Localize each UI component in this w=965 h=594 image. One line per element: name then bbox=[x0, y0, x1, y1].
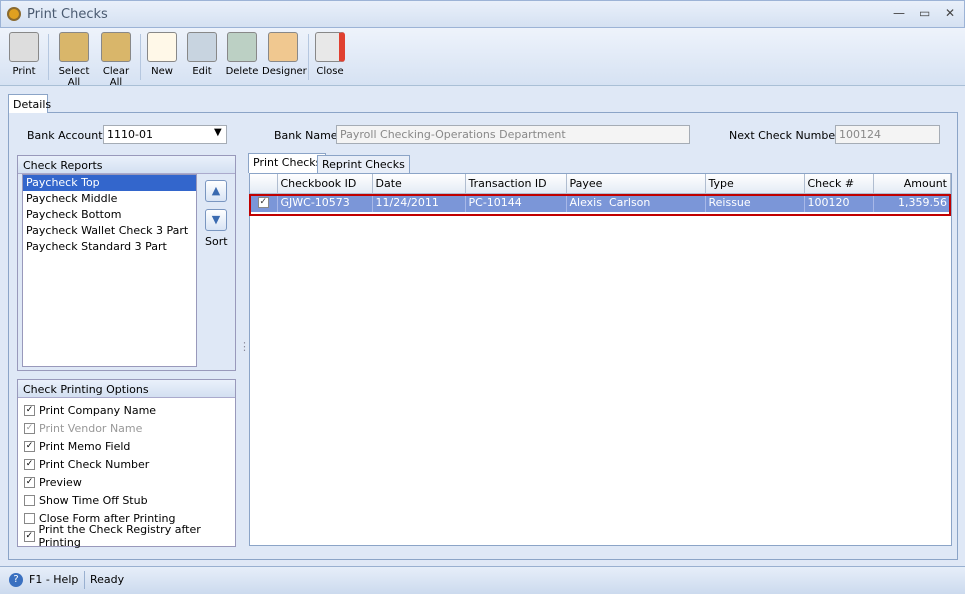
checkbox[interactable]: ✓ bbox=[24, 476, 35, 488]
option-checkbox[interactable]: ✓ Print Vendor Name bbox=[18, 419, 235, 437]
column-header[interactable]: Date bbox=[372, 174, 466, 194]
row-highlight bbox=[249, 194, 951, 216]
chevron-down-icon[interactable]: ▼ bbox=[214, 127, 222, 138]
designer-label: Designer bbox=[262, 66, 307, 77]
help-text[interactable]: F1 - Help bbox=[29, 573, 78, 586]
trash-icon bbox=[227, 32, 257, 62]
checkbox[interactable]: ✓ bbox=[24, 530, 35, 542]
checkbox[interactable]: ✓ bbox=[24, 404, 35, 416]
check-reports-title: Check Reports bbox=[18, 156, 235, 174]
move-down-button[interactable]: ▼ bbox=[205, 209, 227, 231]
checkbox[interactable]: ✓ bbox=[24, 422, 35, 434]
checkbox[interactable]: ✓ bbox=[24, 458, 35, 470]
select-all-label: Select All bbox=[58, 66, 90, 88]
option-label: Print Memo Field bbox=[39, 439, 131, 453]
delete-button[interactable]: Delete bbox=[224, 32, 260, 77]
option-checkbox[interactable]: ✓ Print Check Number bbox=[18, 455, 235, 473]
next-check-field[interactable] bbox=[835, 125, 940, 144]
close-window-button[interactable]: ✕ bbox=[945, 6, 955, 20]
clipboard-eraser-icon bbox=[101, 32, 131, 62]
new-button[interactable]: New bbox=[144, 32, 180, 77]
checks-grid: Checkbook ID Date Transaction ID Payee T… bbox=[249, 173, 952, 546]
close-label: Close bbox=[316, 66, 344, 77]
grid-header: Checkbook ID Date Transaction ID Payee T… bbox=[250, 174, 951, 194]
checkbox[interactable]: ✓ bbox=[24, 440, 35, 452]
column-header[interactable]: Amount bbox=[873, 174, 951, 194]
help-icon: ? bbox=[9, 573, 23, 587]
app-icon bbox=[7, 7, 21, 21]
maximize-button[interactable]: ▭ bbox=[919, 6, 930, 20]
status-text: Ready bbox=[90, 573, 125, 586]
wrench-icon bbox=[187, 32, 217, 62]
tab-details[interactable]: Details bbox=[8, 94, 51, 113]
option-label: Print the Check Registry after Printing bbox=[38, 523, 201, 549]
new-label: New bbox=[151, 66, 173, 77]
option-checkbox[interactable]: ✓ Print Company Name bbox=[18, 401, 235, 419]
clipboard-check-icon bbox=[59, 32, 89, 62]
column-header[interactable]: Payee bbox=[566, 174, 706, 194]
bank-account-label: Bank Account bbox=[27, 129, 103, 142]
list-item[interactable]: Paycheck Top bbox=[23, 175, 196, 191]
bank-account-select[interactable] bbox=[103, 125, 227, 144]
delete-label: Delete bbox=[225, 66, 259, 77]
title-bar: Print Checks — ▭ ✕ bbox=[0, 0, 965, 28]
column-header[interactable]: Transaction ID bbox=[465, 174, 567, 194]
check-printing-options-group: Check Printing Options ✓ Print Company Na… bbox=[17, 379, 236, 549]
option-label: Show Time Off Stub bbox=[39, 493, 148, 507]
designer-button[interactable]: Designer bbox=[262, 32, 307, 77]
option-checkbox[interactable]: ✓ Print the Check Registry after Printing bbox=[18, 523, 235, 549]
column-header[interactable]: Checkbook ID bbox=[277, 174, 373, 194]
list-item[interactable]: Paycheck Middle bbox=[23, 191, 196, 207]
list-item[interactable]: Paycheck Wallet Check 3 Part bbox=[23, 223, 196, 239]
designer-icon bbox=[268, 32, 298, 62]
checkbox[interactable] bbox=[24, 494, 35, 506]
window-title: Print Checks bbox=[27, 7, 108, 22]
check-reports-list[interactable]: Paycheck Top Paycheck Middle Paycheck Bo… bbox=[22, 174, 197, 367]
close-form-icon bbox=[315, 32, 345, 62]
option-checkbox[interactable]: Show Time Off Stub bbox=[18, 491, 235, 509]
close-button[interactable]: Close bbox=[312, 32, 348, 77]
print-label: Print bbox=[12, 66, 36, 77]
print-button[interactable]: Print bbox=[4, 32, 44, 77]
options-title: Check Printing Options bbox=[18, 380, 235, 398]
toolbar: Print Select All Clear All New Edit Dele… bbox=[0, 28, 965, 88]
bank-name-field[interactable] bbox=[336, 125, 690, 144]
option-label: Print Check Number bbox=[39, 457, 150, 471]
select-column-header[interactable] bbox=[250, 174, 278, 194]
new-document-icon bbox=[147, 32, 177, 62]
next-check-label: Next Check Number bbox=[729, 129, 840, 142]
edit-button[interactable]: Edit bbox=[184, 32, 220, 77]
column-header[interactable]: Type bbox=[705, 174, 805, 194]
list-item[interactable]: Paycheck Bottom bbox=[23, 207, 196, 223]
status-bar: ? F1 - Help Ready bbox=[0, 566, 965, 594]
tab-reprint-checks[interactable]: Reprint Checks bbox=[317, 155, 410, 173]
clear-all-label: Clear All bbox=[102, 66, 130, 88]
option-label: Preview bbox=[39, 475, 82, 489]
printer-icon bbox=[9, 32, 39, 62]
option-label: Print Vendor Name bbox=[39, 421, 143, 435]
checkbox[interactable] bbox=[24, 512, 35, 524]
column-header[interactable]: Check # bbox=[804, 174, 874, 194]
list-item[interactable]: Paycheck Standard 3 Part bbox=[23, 239, 196, 255]
minimize-button[interactable]: — bbox=[893, 6, 905, 20]
edit-label: Edit bbox=[192, 66, 212, 77]
clear-all-button[interactable]: Clear All bbox=[96, 32, 136, 88]
option-label: Print Company Name bbox=[39, 403, 157, 417]
bank-name-label: Bank Name bbox=[274, 129, 338, 142]
tab-print-checks[interactable]: Print Checks bbox=[248, 153, 327, 173]
option-checkbox[interactable]: ✓ Print Memo Field bbox=[18, 437, 235, 455]
sort-label: Sort bbox=[205, 235, 228, 248]
option-checkbox[interactable]: ✓ Preview bbox=[18, 473, 235, 491]
move-up-button[interactable]: ▲ bbox=[205, 180, 227, 202]
select-all-button[interactable]: Select All bbox=[52, 32, 96, 88]
